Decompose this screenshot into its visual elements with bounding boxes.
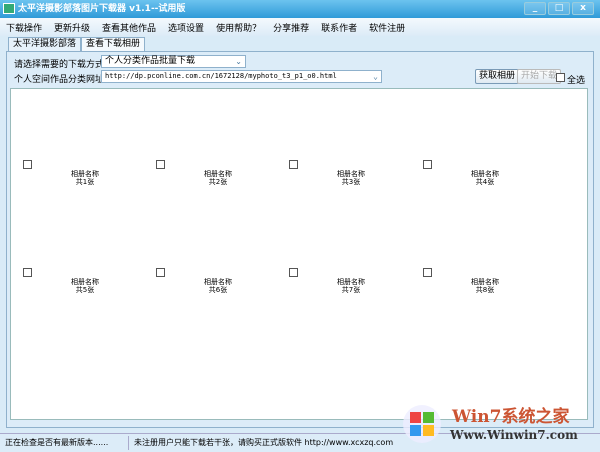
album-name: 相册名称 (71, 170, 99, 178)
album-name: 相册名称 (71, 278, 99, 286)
start-download-button[interactable]: 开始下载 (517, 69, 562, 84)
album-name: 相册名称 (337, 278, 365, 286)
minimize-button[interactable]: _ (524, 2, 546, 15)
menu-update[interactable]: 更新升级 (54, 21, 90, 34)
chevron-down-icon: ⌄ (373, 72, 378, 81)
get-albums-button[interactable]: 获取相册 (475, 69, 520, 84)
album-list (10, 88, 588, 420)
menu-share[interactable]: 分享推荐 (273, 21, 309, 34)
album-count: 共8张 (475, 286, 495, 294)
album-count: 共4张 (475, 178, 495, 186)
watermark-url: Www.Winwin7.com (450, 428, 578, 442)
album-caption: 相册名称 共2张 (188, 170, 248, 186)
windows-logo-icon (403, 405, 441, 443)
mode-label: 请选择需要的下载方式： (14, 60, 114, 70)
maximize-button[interactable]: □ (548, 2, 570, 15)
menu-register[interactable]: 软件注册 (369, 21, 405, 34)
close-button[interactable]: x (572, 2, 594, 15)
app-icon (3, 3, 15, 14)
album-name: 相册名称 (471, 278, 499, 286)
album-caption: 相册名称 共6张 (188, 278, 248, 294)
album-count: 共3张 (341, 178, 361, 186)
status-left: 正在检查是否有最新版本...... (5, 438, 109, 447)
album-caption: 相册名称 共8张 (455, 278, 515, 294)
window-title: 太平洋摄影部落图片下载器 v1.1--试用版 (18, 4, 186, 14)
select-all-label: 全选 (567, 76, 586, 86)
mode-select[interactable]: 个人分类作品批量下载 ⌄ (101, 55, 246, 68)
album-count: 共6张 (208, 286, 228, 294)
album-checkbox[interactable] (423, 160, 432, 169)
album-checkbox[interactable] (289, 160, 298, 169)
album-name: 相册名称 (471, 170, 499, 178)
status-right: 未注册用户只能下载若干张，请购买正式版软件 http://www.xcxzq.c… (134, 438, 394, 447)
select-all-checkbox[interactable] (556, 73, 565, 82)
url-value: http://dp.pconline.com.cn/1672128/myphot… (105, 72, 337, 80)
album-name: 相册名称 (337, 170, 365, 178)
album-checkbox[interactable] (156, 268, 165, 277)
album-name: 相册名称 (204, 278, 232, 286)
menu-other-works[interactable]: 查看其他作品 (102, 21, 156, 34)
album-checkbox[interactable] (289, 268, 298, 277)
album-checkbox[interactable] (423, 268, 432, 277)
chevron-down-icon: ⌄ (235, 57, 242, 66)
url-label: 个人空间作品分类网址： (14, 75, 114, 85)
album-checkbox[interactable] (23, 160, 32, 169)
menu-download[interactable]: 下载操作 (6, 21, 42, 34)
album-caption: 相册名称 共7张 (321, 278, 381, 294)
album-caption: 相册名称 共3张 (321, 170, 381, 186)
watermark: Win7系统之家 Www.Winwin7.com (400, 398, 595, 450)
mode-value: 个人分类作品批量下载 (105, 56, 196, 66)
menu-help[interactable]: 使用帮助？ (216, 21, 261, 34)
album-caption: 相册名称 共1张 (55, 170, 115, 186)
album-count: 共2张 (208, 178, 228, 186)
watermark-brand: Win7系统之家 (452, 407, 570, 427)
album-checkbox[interactable] (23, 268, 32, 277)
menu-options[interactable]: 选项设置 (168, 21, 204, 34)
tab-view-albums[interactable]: 查看下载相册 (81, 37, 146, 52)
album-name: 相册名称 (204, 170, 232, 178)
url-input[interactable]: http://dp.pconline.com.cn/1672128/myphot… (101, 70, 382, 83)
album-count: 共1张 (75, 178, 95, 186)
album-count: 共5张 (75, 286, 95, 294)
album-caption: 相册名称 共4张 (455, 170, 515, 186)
menu-bar: 下载操作 更新升级 查看其他作品 选项设置 使用帮助？ 分享推荐 联系作者 软件… (0, 18, 600, 36)
tab-pconline[interactable]: 太平洋摄影部落 (8, 37, 82, 51)
title-bar: 太平洋摄影部落图片下载器 v1.1--试用版 _ □ x (0, 0, 600, 18)
album-caption: 相册名称 共5张 (55, 278, 115, 294)
album-count: 共7张 (341, 286, 361, 294)
menu-contact[interactable]: 联系作者 (321, 21, 357, 34)
album-checkbox[interactable] (156, 160, 165, 169)
